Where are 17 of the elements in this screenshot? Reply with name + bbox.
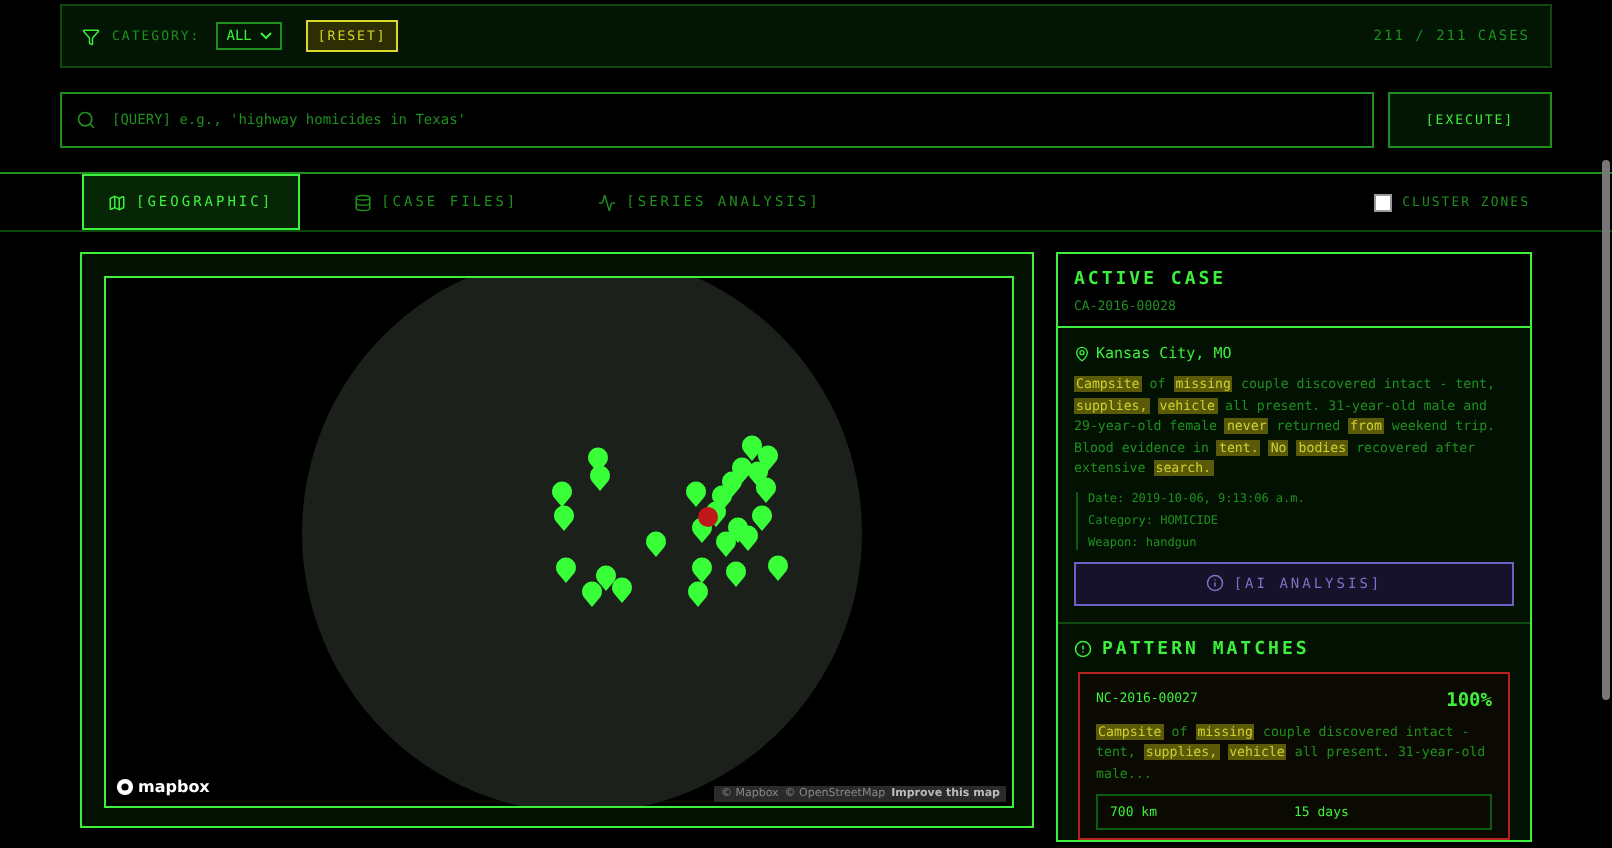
match-score: 100% — [1446, 689, 1492, 711]
panel-title: ACTIVE CASE — [1074, 270, 1229, 290]
selected-location-marker-icon[interactable] — [698, 507, 718, 527]
pulse-line-icon — [598, 193, 617, 211]
section-title: PATTERN MATCHES — [1102, 639, 1310, 659]
mapbox-logo: mapbox — [116, 778, 210, 796]
database-icon — [353, 193, 372, 211]
map-icon — [108, 193, 126, 211]
location-pin-icon — [1074, 345, 1090, 361]
info-icon — [1205, 574, 1224, 592]
search-icon — [76, 110, 96, 130]
filter-icon — [82, 27, 100, 45]
caret-icon — [259, 32, 272, 40]
cluster-checkbox[interactable] — [1374, 193, 1393, 211]
map-pins-drawing[interactable] — [552, 435, 788, 607]
scrollbar-thumb[interactable] — [1602, 160, 1610, 700]
alert-icon — [1074, 640, 1092, 658]
